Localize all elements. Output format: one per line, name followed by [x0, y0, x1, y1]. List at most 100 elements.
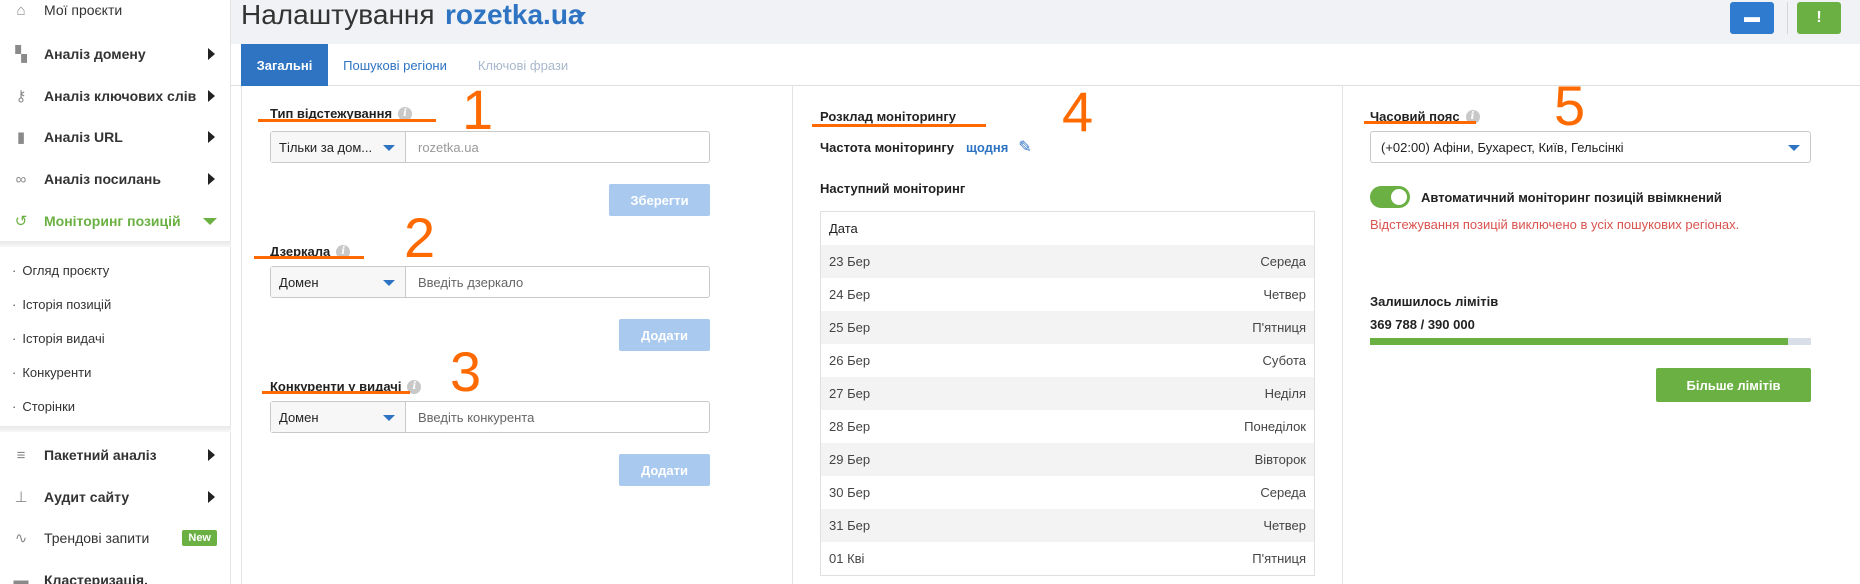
column-divider — [792, 86, 793, 584]
domain-analysis-icon: ▚ — [15, 46, 27, 63]
sidebar-item-site-audit[interactable]: ⊥ Аудит сайту — [0, 477, 231, 517]
frequency-row: Частота моніторингу щодня ✎ — [820, 137, 1032, 157]
caret-down-icon — [1788, 145, 1800, 151]
chevron-right-icon — [208, 491, 215, 503]
frequency-value[interactable]: щодня — [966, 140, 1008, 155]
sidebar-subitem-pages[interactable]: · Сторінки — [0, 389, 231, 423]
sidebar-item-link-analysis[interactable]: ∞ Аналіз посилань — [0, 159, 231, 199]
table-row: 24 Бер Четвер — [829, 287, 1306, 302]
tracking-type-field: Тільки за дом... — [270, 131, 710, 163]
cluster-icon: ▬ — [13, 571, 29, 584]
chevron-down-icon — [203, 217, 217, 225]
more-limits-button[interactable]: Більше лімітів — [1656, 368, 1811, 402]
chevron-right-icon — [208, 173, 215, 185]
caret-down-icon — [383, 145, 395, 151]
add-mirror-button[interactable]: Додати — [619, 319, 710, 351]
key-icon: ⚷ — [15, 88, 27, 105]
sidebar-item-position-monitoring[interactable]: ↺ Моніторинг позицій — [0, 201, 231, 241]
chevron-right-icon — [208, 131, 215, 143]
annotation-underline — [254, 256, 364, 259]
project-selector[interactable]: rozetka.ua — [445, 0, 584, 30]
caret-down-icon[interactable] — [576, 12, 586, 18]
competitors-field: Домен — [270, 401, 710, 433]
limits-value: 369 788 / 390 000 — [1370, 317, 1475, 332]
mirrors-field: Домен — [270, 266, 710, 298]
link-icon: ∞ — [15, 170, 27, 188]
auto-monitoring-toggle[interactable] — [1370, 186, 1410, 208]
caret-down-icon — [383, 280, 395, 286]
annotation-number: 5 — [1554, 74, 1586, 137]
header: Налаштування rozetka.ua ▬ ! — [231, 0, 1860, 44]
database-icon: ≡ — [16, 446, 26, 464]
table-row: 29 Бер Вівторок — [821, 443, 1314, 476]
mirror-type-select[interactable]: Домен — [271, 267, 406, 297]
sidebar-item-batch-analysis[interactable]: ≡ Пакетний аналіз — [0, 435, 231, 475]
bar-chart-icon: ▮ — [16, 129, 26, 146]
auto-monitoring-label: Автоматичний моніторинг позицій ввімкнен… — [1421, 190, 1722, 205]
competitor-input[interactable] — [406, 402, 709, 432]
add-competitor-button[interactable]: Додати — [619, 454, 710, 486]
annotation-number: 1 — [462, 78, 494, 141]
chat-icon: ▬ — [1744, 9, 1760, 26]
chat-button[interactable]: ▬ — [1730, 2, 1774, 34]
annotation-number: 4 — [1062, 80, 1094, 143]
limits-title: Залишилось лімітів — [1370, 294, 1499, 309]
annotation-underline — [258, 119, 436, 122]
timezone-select[interactable]: (+02:00) Афіни, Бухарест, Київ, Гельсінк… — [1370, 131, 1811, 163]
table-row: 26 Бер Субота — [829, 353, 1306, 368]
divider — [0, 426, 231, 432]
chevron-right-icon — [208, 90, 215, 102]
sidebar-item-trending-queries[interactable]: ∿ Трендові запити New — [0, 518, 231, 558]
tab-search-regions[interactable]: Пошукові регіони — [335, 44, 455, 86]
sidebar-item-clustering[interactable]: ▬ Кластеризація, — [0, 560, 231, 584]
chevron-right-icon — [208, 449, 215, 461]
sidebar: ⌂ Мої проєкти ▚ Аналіз домену ⚷ Аналіз к… — [0, 0, 231, 584]
sidebar-item-my-projects[interactable]: ⌂ Мої проєкти — [0, 0, 231, 27]
table-header: Дата — [829, 221, 858, 236]
column-divider — [1342, 86, 1343, 584]
annotation-underline — [262, 391, 410, 394]
table-row: 27 Бер Неділя — [821, 377, 1314, 410]
save-button[interactable]: Зберегти — [609, 184, 710, 216]
sidebar-subitem-competitors[interactable]: · Конкуренти — [0, 355, 231, 389]
monitoring-warning: Відстежування позицій виключено в усіх п… — [1370, 217, 1740, 232]
table-row: 28 Бер Понеділок — [829, 419, 1306, 434]
sidebar-subitem-position-history[interactable]: · Історія позицій — [0, 287, 231, 321]
limits-progress — [1370, 338, 1811, 345]
sidebar-subitem-serp-history[interactable]: · Історія видачі — [0, 321, 231, 355]
sidebar-item-domain-analysis[interactable]: ▚ Аналіз домену — [0, 34, 231, 74]
table-row: 31 Бер Четвер — [821, 509, 1314, 542]
mirror-input[interactable] — [406, 267, 709, 297]
feedback-icon: ! — [1816, 9, 1822, 26]
new-badge: New — [182, 530, 217, 546]
tracking-domain-input[interactable] — [406, 132, 709, 162]
table-row: 25 Бер П'ятниця — [821, 311, 1314, 344]
sidebar-item-keyword-analysis[interactable]: ⚷ Аналіз ключових слів — [0, 76, 231, 116]
chevron-right-icon — [208, 48, 215, 60]
table-row: 01 Кві П'ятниця — [829, 551, 1306, 566]
page-title: Налаштування — [241, 0, 435, 30]
schedule-title: Розклад моніторингу — [820, 109, 957, 124]
table-row: 23 Бер Середа — [821, 245, 1314, 278]
trend-icon: ∿ — [14, 530, 28, 547]
divider — [0, 241, 231, 247]
schedule-table: Дата 23 Бер Середа 24 Бер Четвер 25 Бер П'я… — [820, 211, 1315, 576]
sitemap-icon: ⊥ — [14, 489, 28, 506]
pencil-icon[interactable]: ✎ — [1018, 137, 1031, 157]
limits-progress-fill — [1370, 338, 1789, 345]
table-row: 30 Бер Середа — [829, 485, 1306, 500]
sidebar-item-url-analysis[interactable]: ▮ Аналіз URL — [0, 117, 231, 157]
annotation-number: 2 — [404, 206, 436, 269]
next-monitoring-label: Наступний моніторинг — [820, 181, 966, 196]
caret-down-icon — [383, 415, 395, 421]
feedback-button[interactable]: ! — [1797, 2, 1841, 34]
home-icon: ⌂ — [16, 1, 26, 19]
competitor-type-select[interactable]: Домен — [271, 402, 406, 432]
tab-general[interactable]: Загальні — [241, 44, 328, 86]
divider — [1787, 2, 1788, 34]
sidebar-subitem-project-overview[interactable]: · Огляд проєкту — [0, 253, 231, 287]
annotation-underline — [812, 124, 986, 127]
annotation-underline — [1364, 121, 1476, 124]
history-icon: ↺ — [14, 213, 28, 230]
tracking-mode-select[interactable]: Тільки за дом... — [271, 132, 406, 162]
